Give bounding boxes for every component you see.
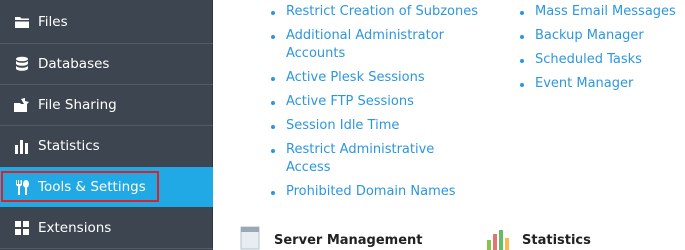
sidebar: Files Databases File Sharing Statistics … [0,0,213,250]
link-backup-manager[interactable]: Backup Manager [520,27,680,45]
section-statistics: Statistics [486,226,591,250]
sidebar-item-tools-settings[interactable]: Tools & Settings [0,167,213,207]
bullet [271,125,275,129]
file-sharing-icon [13,96,31,114]
sidebar-item-label: Files [38,14,68,30]
link-prohibited-domain-names[interactable]: Prohibited Domain Names [271,183,481,201]
sidebar-item-label: Statistics [38,138,100,154]
sidebar-item-databases[interactable]: Databases [0,44,213,84]
bullet [520,11,524,15]
link-session-idle-time[interactable]: Session Idle Time [271,117,481,135]
folder-icon [13,13,31,31]
bullet [520,83,524,87]
bullet [271,191,275,195]
bullet [271,149,275,153]
sidebar-item-label: Tools & Settings [38,179,146,195]
sidebar-item-file-sharing[interactable]: File Sharing [0,85,213,125]
sidebar-item-statistics[interactable]: Statistics [0,126,213,166]
link-event-manager[interactable]: Event Manager [520,75,680,93]
section-server-management: Server Management [240,226,423,250]
link-additional-admin-accounts[interactable]: Additional Administrator Accounts [271,27,449,63]
sidebar-item-label: Databases [38,56,110,72]
sidebar-item-label: File Sharing [38,97,117,113]
extensions-icon [13,219,31,237]
link-active-plesk-sessions[interactable]: Active Plesk Sessions [271,69,481,87]
bullet [271,101,275,105]
database-icon [13,55,31,73]
link-active-ftp-sessions[interactable]: Active FTP Sessions [271,93,481,111]
bullet [520,35,524,39]
sidebar-item-extensions[interactable]: Extensions [0,208,213,248]
link-mass-email-messages[interactable]: Mass Email Messages [520,3,680,21]
divider [0,248,213,249]
sidebar-item-label: Extensions [38,220,112,236]
tools-icon [13,178,31,196]
statistics-icon [13,137,31,155]
server-icon [240,226,260,250]
bar-chart-icon [486,226,514,250]
sidebar-item-files[interactable]: Files [0,2,213,42]
bullet [271,35,275,39]
bullet [520,59,524,63]
link-restrict-subzones[interactable]: Restrict Creation of Subzones [271,3,481,21]
link-scheduled-tasks[interactable]: Scheduled Tasks [520,51,680,69]
bullet [271,77,275,81]
bullet [271,11,275,15]
link-restrict-admin-access[interactable]: Restrict Administrative Access [271,141,441,177]
